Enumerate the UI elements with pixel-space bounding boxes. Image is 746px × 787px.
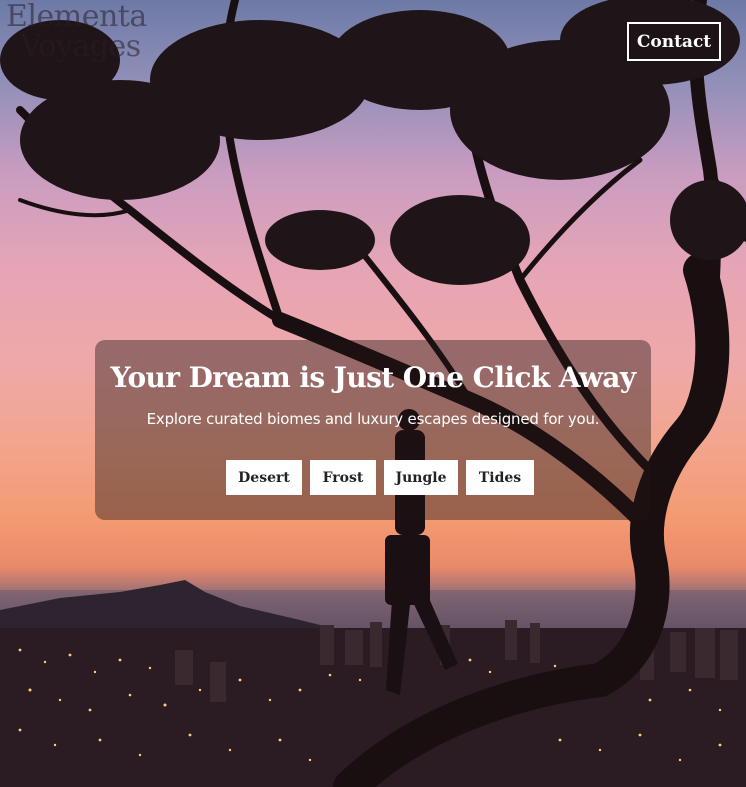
hero-title: Your Dream is Just One Click Away <box>110 361 636 394</box>
tides-button[interactable]: Tides <box>466 460 534 495</box>
contact-button[interactable]: Contact <box>627 22 721 61</box>
jungle-button[interactable]: Jungle <box>384 460 458 495</box>
desert-button[interactable]: Desert <box>226 460 302 495</box>
logo-line-2: Voyages <box>20 29 141 64</box>
biome-button-group: Desert Frost Jungle Tides <box>95 460 651 495</box>
hero-subtitle: Explore curated biomes and luxury escape… <box>146 410 600 428</box>
hero-panel: Your Dream is Just One Click Away Explor… <box>95 340 651 520</box>
site-logo[interactable]: Elementa Voyages <box>6 2 166 62</box>
logo-line-1: Elementa <box>6 0 147 34</box>
frost-button[interactable]: Frost <box>310 460 376 495</box>
